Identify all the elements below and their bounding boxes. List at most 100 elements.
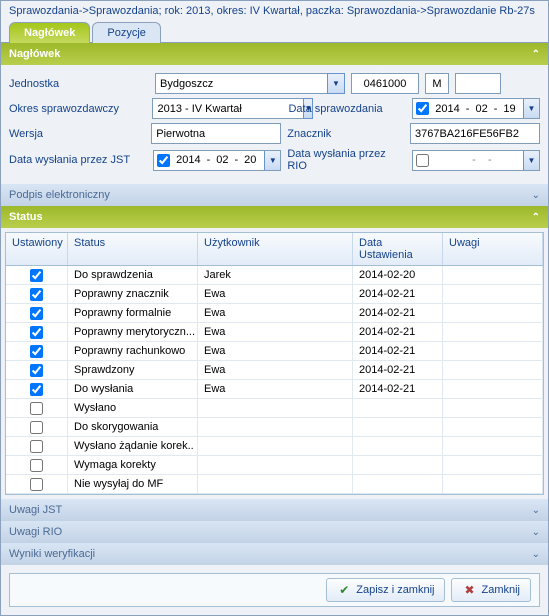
cell-status: Poprawny znacznik [68,285,198,303]
chevron-down-icon: ⌄ [532,190,540,201]
cell-date: 2014-02-20 [353,266,443,284]
cell-status: Do sprawdzenia [68,266,198,284]
date-checkbox[interactable] [416,102,429,115]
cell-notes [443,285,543,303]
row-checkbox[interactable] [30,345,43,358]
table-row[interactable]: Nie wysyłaj do MF [6,475,543,494]
status-grid: Ustawiony Status Użytkownik Data Ustawie… [5,232,544,495]
cell-user: Ewa [198,285,353,303]
cell-date: 2014-02-21 [353,323,443,341]
label-period: Okres sprawozdawczy [9,103,146,115]
row-checkbox[interactable] [30,478,43,491]
date-month: 02 [213,154,231,166]
chevron-down-icon[interactable]: ▼ [264,151,280,170]
table-row[interactable]: Poprawny formalnieEwa2014-02-21 [6,304,543,323]
cell-notes [443,266,543,284]
cell-user: Ewa [198,361,353,379]
table-row[interactable]: Do sprawdzeniaJarek2014-02-20 [6,266,543,285]
col-header-user[interactable]: Użytkownik [198,233,353,265]
date-year: 2014 [173,154,203,166]
cell-date: 2014-02-21 [353,304,443,322]
sent-rio-date-picker[interactable]: - - ▼ [412,150,540,171]
cell-date: 2014-02-21 [353,361,443,379]
close-button[interactable]: ✖ Zamknij [451,578,531,602]
section-header-signature[interactable]: Podpis elektroniczny ⌄ [1,184,548,206]
cell-user: Ewa [198,380,353,398]
row-checkbox[interactable] [30,440,43,453]
cell-date [353,418,443,436]
col-header-set[interactable]: Ustawiony [6,233,68,265]
table-row[interactable]: Poprawny znacznikEwa2014-02-21 [6,285,543,304]
row-checkbox[interactable] [30,269,43,282]
section-header-wyniki[interactable]: Wyniki weryfikacji ⌄ [1,543,548,565]
cell-status: Poprawny rachunkowo [68,342,198,360]
label-report-date: Data sprawozdania [288,103,406,115]
cell-user: Ewa [198,342,353,360]
chevron-up-icon: ⌃ [532,49,540,60]
section-title: Wyniki weryfikacji [9,548,95,560]
date-checkbox[interactable] [416,154,429,167]
row-checkbox[interactable] [30,459,43,472]
period-combo[interactable]: ▼ [152,98,282,119]
table-row[interactable]: Do wysłaniaEwa2014-02-21 [6,380,543,399]
marker-input[interactable] [410,123,540,144]
cell-status: Poprawny merytoryczn... [68,323,198,341]
table-row[interactable]: Wymaga korekty [6,456,543,475]
label-version: Wersja [9,128,145,140]
row-checkbox[interactable] [30,326,43,339]
cell-notes [443,475,543,493]
cell-user [198,418,353,436]
close-icon: ✖ [462,583,476,597]
chevron-down-icon[interactable]: ▼ [523,99,539,118]
col-header-notes[interactable]: Uwagi [443,233,543,265]
button-bar: ✔ Zapisz i zamknij ✖ Zamknij [1,565,548,615]
chevron-down-icon[interactable]: ▼ [327,73,345,94]
section-header-status[interactable]: Status ⌃ [1,206,548,228]
cell-notes [443,380,543,398]
tab-header[interactable]: Nagłówek [9,22,90,43]
table-row[interactable]: Wysłano [6,399,543,418]
save-close-button[interactable]: ✔ Zapisz i zamknij [326,578,445,602]
blank-input[interactable] [455,73,501,94]
code2-input[interactable] [425,73,449,94]
row-checkbox[interactable] [30,402,43,415]
section-header-uwagi-rio[interactable]: Uwagi RIO ⌄ [1,521,548,543]
row-checkbox[interactable] [30,421,43,434]
cell-notes [443,304,543,322]
table-row[interactable]: Wysłano żądanie korek.. [6,437,543,456]
date-checkbox[interactable] [157,154,170,167]
tab-positions[interactable]: Pozycje [92,22,161,43]
form-header-panel: Jednostka ▼ Okres sprawozdawczy ▼ Data s… [1,65,548,184]
chevron-down-icon: ⌄ [532,527,540,538]
cell-date: 2014-02-21 [353,342,443,360]
col-header-date[interactable]: Data Ustawienia [353,233,443,265]
table-row[interactable]: Do skorygowania [6,418,543,437]
table-row[interactable]: Poprawny merytoryczn...Ewa2014-02-21 [6,323,543,342]
cell-user: Ewa [198,304,353,322]
cell-notes [443,323,543,341]
cell-status: Wymaga korekty [68,456,198,474]
chevron-down-icon[interactable]: ▼ [523,151,539,170]
code-input[interactable] [351,73,419,94]
chevron-down-icon: ⌄ [532,549,540,560]
cell-notes [443,418,543,436]
table-row[interactable]: SprawdzonyEwa2014-02-21 [6,361,543,380]
row-checkbox[interactable] [30,364,43,377]
cell-notes [443,437,543,455]
cell-status: Nie wysyłaj do MF [68,475,198,493]
sent-jst-date-picker[interactable]: 2014 - 02 - 20 ▼ [153,150,281,171]
row-checkbox[interactable] [30,288,43,301]
unit-input[interactable] [155,73,327,94]
cell-user [198,437,353,455]
col-header-status[interactable]: Status [68,233,198,265]
label-unit: Jednostka [9,78,149,90]
version-input[interactable] [151,123,281,144]
report-date-picker[interactable]: 2014 - 02 - 19 ▼ [412,98,540,119]
unit-combo[interactable]: ▼ [155,73,345,94]
row-checkbox[interactable] [30,307,43,320]
section-header-uwagi-jst[interactable]: Uwagi JST ⌄ [1,499,548,521]
table-row[interactable]: Poprawny rachunkowoEwa2014-02-21 [6,342,543,361]
row-checkbox[interactable] [30,383,43,396]
section-header-naglowek[interactable]: Nagłówek ⌃ [1,43,548,65]
period-input[interactable] [152,98,303,119]
